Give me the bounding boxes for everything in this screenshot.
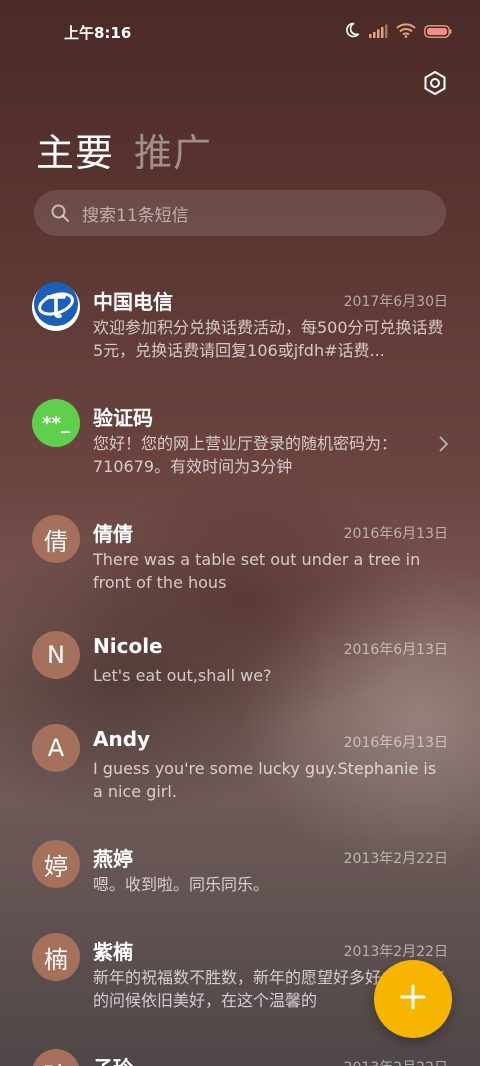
conversation-item[interactable]: **_ 验证码 您好！您的网上营业厅登录的随机密码为：710679。有效时间为3… [0,386,480,496]
message-date: 2013年2月22日 [344,1057,448,1066]
search-input[interactable]: 搜索11条短信 [82,201,189,226]
avatar: 楠 [32,933,80,981]
conversation-item[interactable]: 倩 倩倩 2016年6月13日 There was a table set ou… [0,502,480,612]
avatar [32,280,80,334]
settings-icon [420,71,450,102]
contact-name: 倩倩 [93,522,133,546]
search-icon [50,203,70,223]
contact-name: Andy [93,727,151,751]
tab-promotions[interactable]: 推广 [134,122,212,177]
message-preview: 嗯。收到啦。同乐同乐。 [93,875,270,894]
conversation-item[interactable]: 婷 燕婷 2013年2月22日 嗯。收到啦。同乐同乐。 [0,827,480,917]
status-icons [344,22,452,42]
contact-name: 燕婷 [93,847,133,871]
message-date: 2013年2月22日 [343,851,448,867]
china-telecom-logo-icon [32,280,80,334]
message-preview: I guess you're some lucky guy.Stephanie … [93,759,437,801]
new-message-button[interactable] [374,960,452,1038]
conversation-item[interactable]: A Andy 2016年6月13日 I guess you're some lu… [0,711,480,821]
message-date: 2016年6月13日 [343,642,448,658]
contact-name: Nicole [93,634,163,658]
contact-name: 中国电信 [93,290,173,314]
status-bar: 上午8:16 [0,0,480,62]
contact-name: 验证码 [93,406,153,430]
message-preview: 欢迎参加积分兑换话费活动，每500分可兑换话费5元，兑换话费请回复106或jfd… [93,318,444,360]
message-preview: There was a table set out under a tree i… [93,550,421,592]
tab-bar: 主要 推广 [36,122,212,177]
avatar: A [32,724,80,772]
message-date: 2016年6月13日 [343,526,448,542]
contact-name: 子玲 [93,1052,133,1066]
battery-icon [424,23,452,42]
plus-icon [399,983,427,1015]
avatar: N [32,631,80,679]
avatar: 婷 [32,840,80,888]
avatar: 倩 [32,515,80,563]
message-preview: 您好！您的网上营业厅登录的随机密码为：710679。有效时间为3分钟 [93,434,398,476]
conversation-item[interactable]: 玲 子玲 2013年2月22日 [0,1036,480,1066]
conversation-item[interactable]: 中国电信 2017年6月30日 欢迎参加积分兑换话费活动，每500分可兑换话费5… [0,270,480,380]
message-date: 2017年6月30日 [343,294,448,310]
contact-name: 紫楠 [93,940,133,964]
chevron-right-icon [438,434,450,454]
message-date: 2013年2月22日 [343,944,448,960]
message-date: 2016年6月13日 [343,735,448,751]
search-bar[interactable]: 搜索11条短信 [34,190,446,236]
moon-icon [344,22,360,42]
avatar: **_ [32,399,80,447]
message-preview: Let's eat out,shall we? [93,666,272,685]
settings-button[interactable] [420,68,450,98]
conversation-item[interactable]: N Nicole 2016年6月13日 Let's eat out,shall … [0,618,480,708]
avatar: 玲 [32,1049,80,1066]
signal-icon [368,23,388,42]
wifi-icon [396,22,416,42]
tab-primary[interactable]: 主要 [36,122,114,177]
status-time: 上午8:16 [64,24,132,42]
